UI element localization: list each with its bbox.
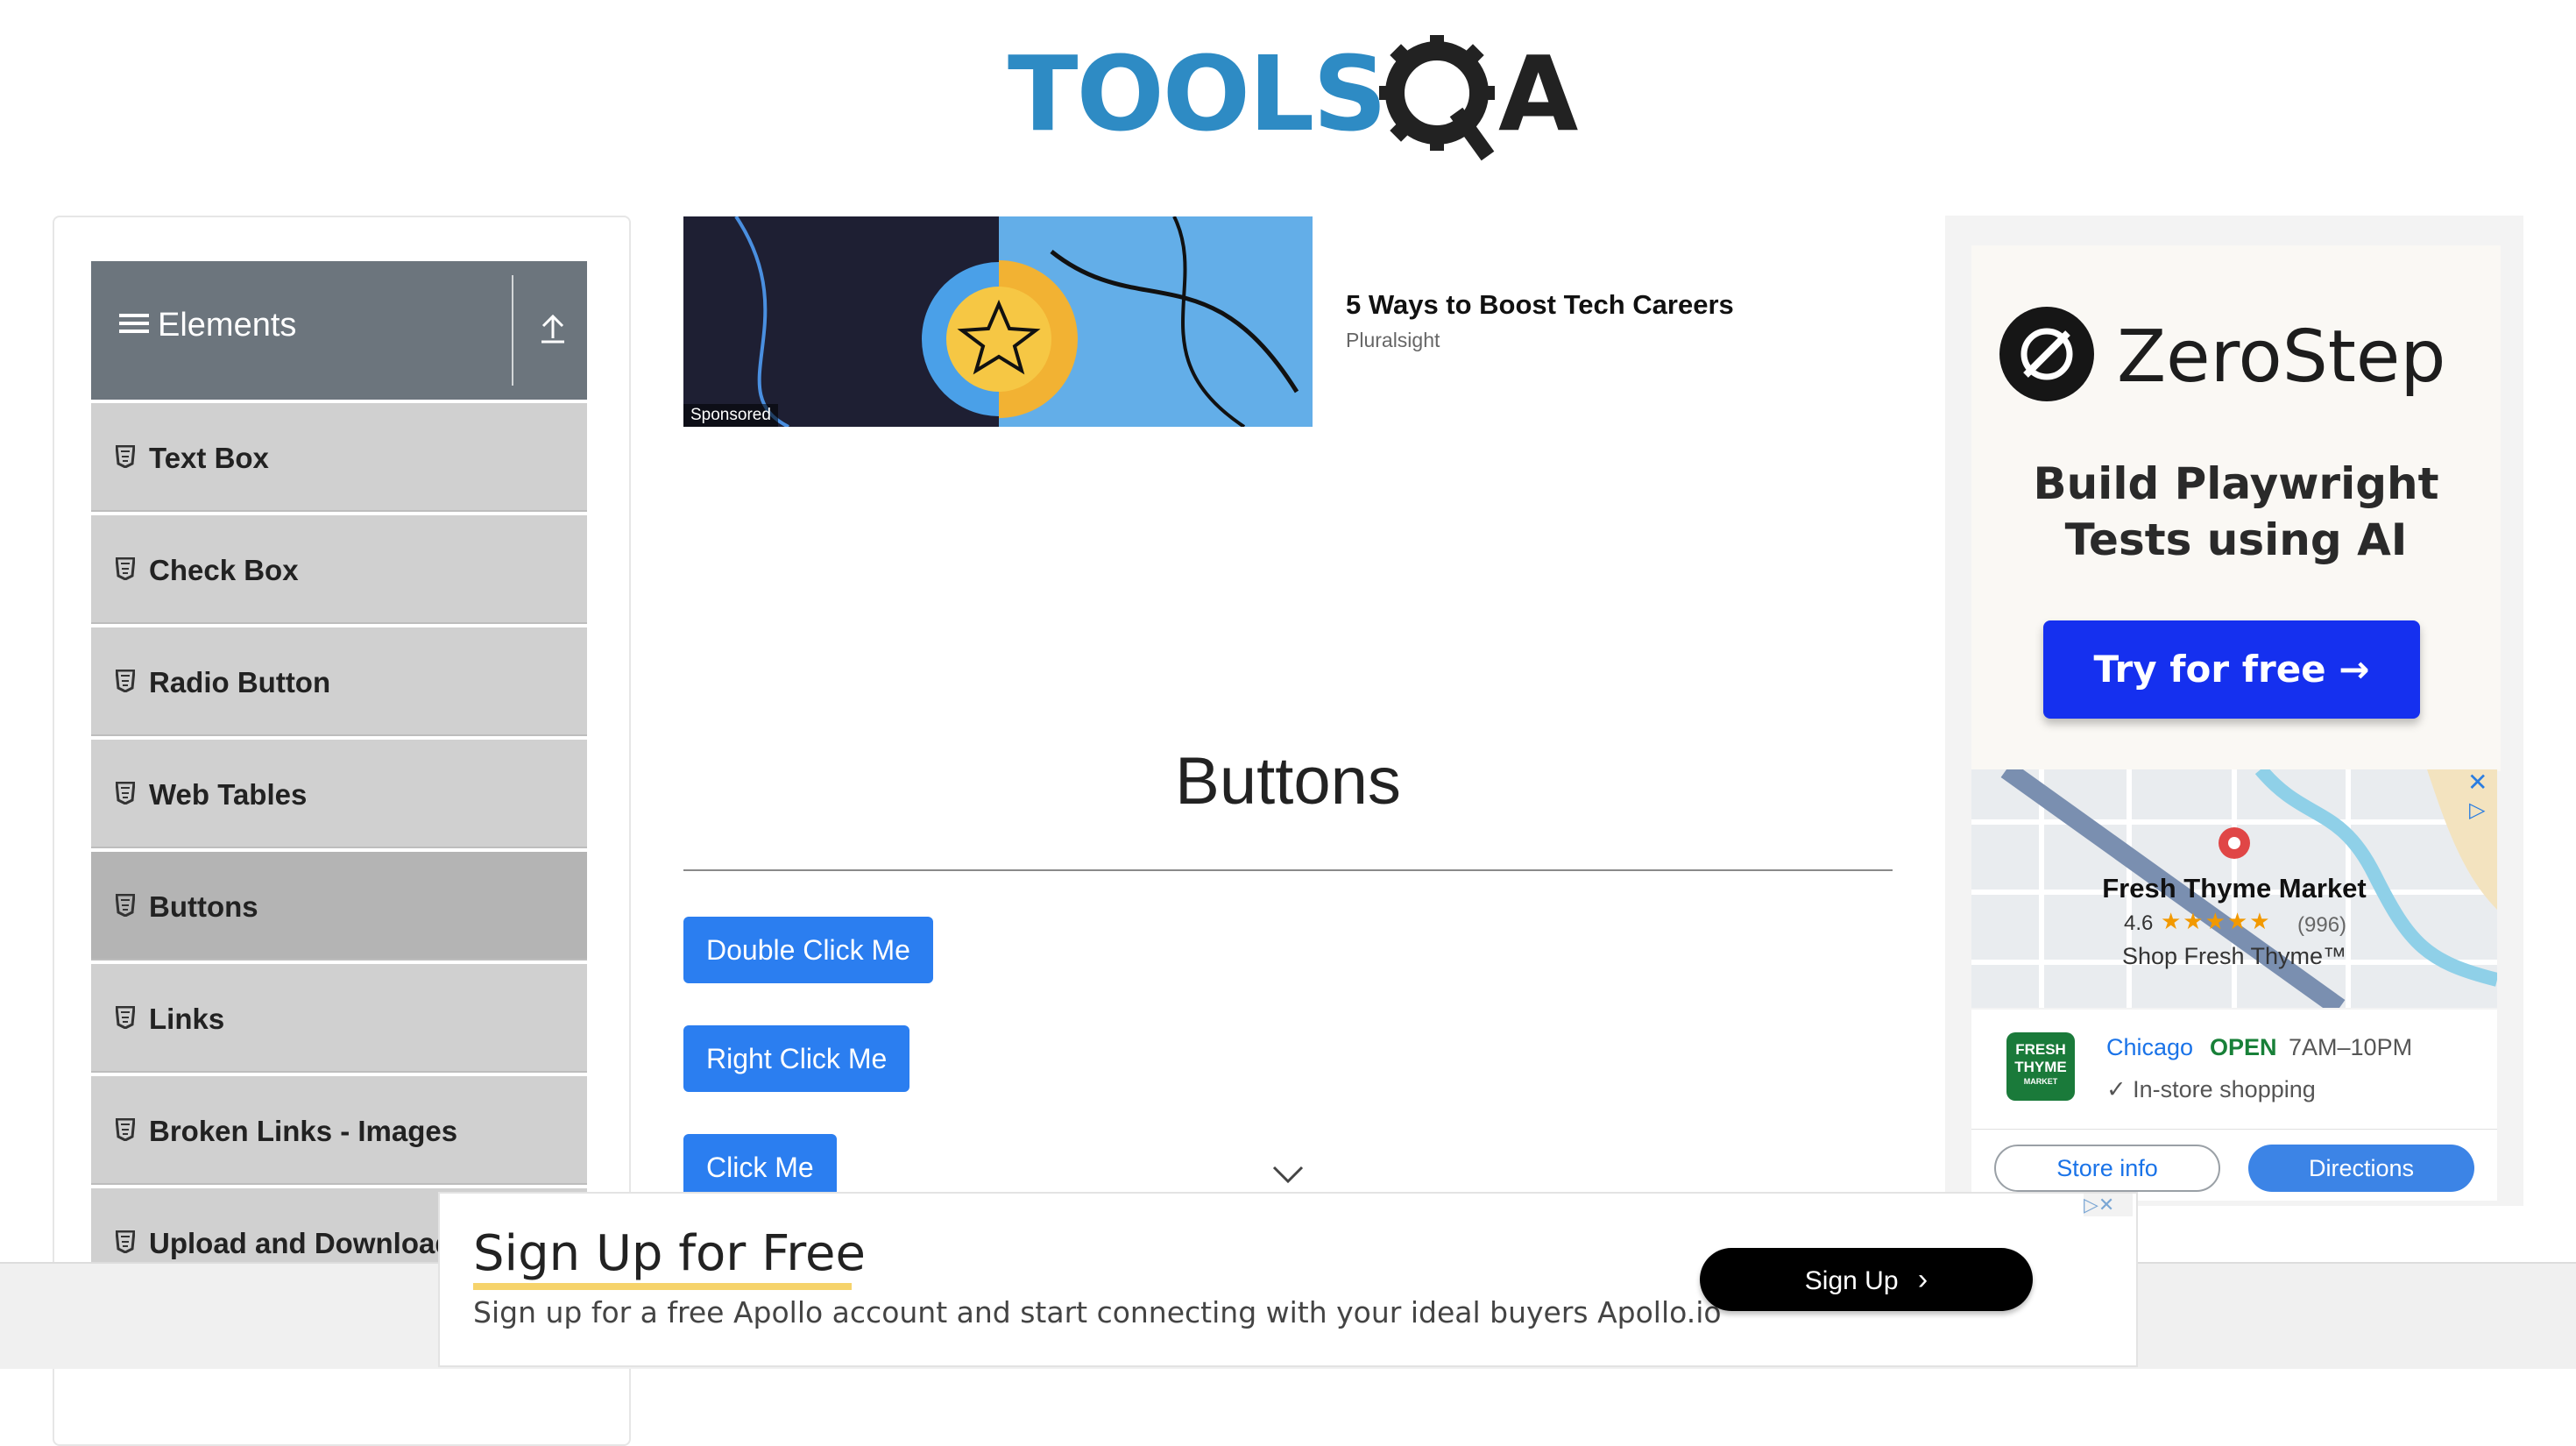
logo-text: TOOLS: [1008, 33, 1387, 154]
heading-divider: [683, 869, 1893, 871]
bottom-ad-subtitle: Sign up for a free Apollo account and st…: [473, 1295, 1722, 1329]
sponsored-image[interactable]: Sponsored: [683, 216, 1313, 427]
sign-up-button[interactable]: Sign Up ›: [1700, 1248, 2033, 1311]
html5-icon: [116, 445, 135, 468]
html5-icon: [116, 782, 135, 805]
html5-icon: [116, 670, 135, 692]
chevron-down-icon[interactable]: [1270, 1164, 1306, 1185]
gear-icon: [1379, 35, 1495, 161]
group-title-label: Elements: [158, 307, 297, 344]
sidebar-item-label: Radio Button: [149, 666, 331, 698]
in-store-shopping: ✓ In-store shopping: [2106, 1076, 2316, 1102]
ad-controls[interactable]: ▷✕: [2084, 1194, 2133, 1216]
sponsored-tag: Sponsored: [683, 404, 778, 427]
sidebar-item-web-tables[interactable]: Web Tables: [91, 740, 587, 848]
html5-icon: [116, 557, 135, 580]
sidebar-item-label: Broken Links - Images: [149, 1115, 458, 1147]
html5-icon: [116, 1230, 135, 1253]
page-title: Buttons: [1175, 744, 1401, 819]
sponsored-illustration: [734, 216, 1299, 427]
adchoices-icon[interactable]: ▷: [2084, 1194, 2098, 1216]
sidebar-item-text-box[interactable]: Text Box: [91, 403, 587, 512]
sidebar-item-links[interactable]: Links: [91, 964, 587, 1073]
logo-a: A: [1498, 33, 1579, 154]
tagline-line1: Build Playwright: [2033, 458, 2439, 509]
html5-icon: [116, 1006, 135, 1029]
sidebar-item-broken-links[interactable]: Broken Links - Images: [91, 1076, 587, 1185]
store-divider: [1971, 1129, 2497, 1130]
store-shop-text: Shop Fresh Thyme™: [2121, 943, 2347, 969]
sidebar-menu: Text Box Check Box Radio Button Web Tabl…: [91, 403, 587, 1301]
right-click-button[interactable]: Right Click Me: [683, 1025, 910, 1092]
sidebar-item-label: Check Box: [149, 554, 299, 586]
toolsqa-logo[interactable]: TOOLS A: [1008, 25, 1579, 165]
store-stars: ★★★★★: [2161, 908, 2272, 934]
adchoices-icon[interactable]: ▷: [2469, 797, 2485, 823]
zerostep-logo-icon: [1999, 307, 2094, 401]
zerostep-brand: ZeroStep: [2117, 315, 2446, 399]
sidebar-item-label: Upload and Download: [149, 1227, 453, 1259]
sidebar-item-label: Web Tables: [149, 778, 308, 811]
html5-icon: [116, 894, 135, 917]
sidebar-item-check-box[interactable]: Check Box: [91, 515, 587, 624]
title-underline: [473, 1283, 852, 1290]
try-for-free-button[interactable]: Try for free →: [2043, 620, 2420, 719]
chevron-right-icon: ›: [1917, 1263, 1928, 1296]
sidebar-item-label: Buttons: [149, 890, 258, 923]
close-icon[interactable]: ✕: [2098, 1194, 2114, 1216]
fresh-thyme-logo-sub: MARKET: [2023, 1077, 2058, 1086]
click-me-button[interactable]: Click Me: [683, 1134, 837, 1201]
sidebar-item-label: Links: [149, 1003, 225, 1035]
sidebar-item-radio-button[interactable]: Radio Button: [91, 627, 587, 736]
sidebar-item-label: Text Box: [149, 442, 269, 474]
store-name: Fresh Thyme Market: [2102, 873, 2367, 904]
hamburger-icon: [119, 308, 149, 345]
html5-icon: [116, 1118, 135, 1141]
store-rating: 4.6: [2124, 911, 2154, 935]
fresh-thyme-logo: FRESH THYME MARKET: [2006, 1032, 2075, 1101]
zerostep-tagline: Build Playwright Tests using AI: [1971, 456, 2501, 568]
store-info-button[interactable]: Store info: [1994, 1145, 2220, 1192]
tagline-line2: Tests using AI: [2064, 514, 2408, 565]
sponsored-title[interactable]: 5 Ways to Boost Tech Careers: [1346, 289, 1734, 321]
directions-button[interactable]: Directions: [2248, 1145, 2474, 1192]
store-status: OPEN: [2210, 1034, 2277, 1060]
double-click-button[interactable]: Double Click Me: [683, 917, 933, 983]
sponsored-source: Pluralsight: [1346, 329, 1440, 351]
store-reviews: (996): [2297, 913, 2347, 937]
sidebar-item-buttons[interactable]: Buttons: [91, 852, 587, 960]
store-city[interactable]: Chicago: [2106, 1034, 2193, 1061]
header-divider: [512, 275, 513, 386]
elements-group-header[interactable]: Elements: [91, 261, 587, 400]
fresh-thyme-logo-text: FRESH THYME: [2014, 1041, 2067, 1075]
bottom-ad-title: Sign Up for Free: [473, 1225, 866, 1282]
group-title: Elements: [119, 307, 296, 345]
upload-arrow-icon[interactable]: [538, 310, 568, 345]
close-icon[interactable]: ✕: [2467, 768, 2488, 797]
sign-up-label: Sign Up: [1804, 1266, 1899, 1295]
store-hours: 7AM–10PM: [2289, 1034, 2413, 1060]
